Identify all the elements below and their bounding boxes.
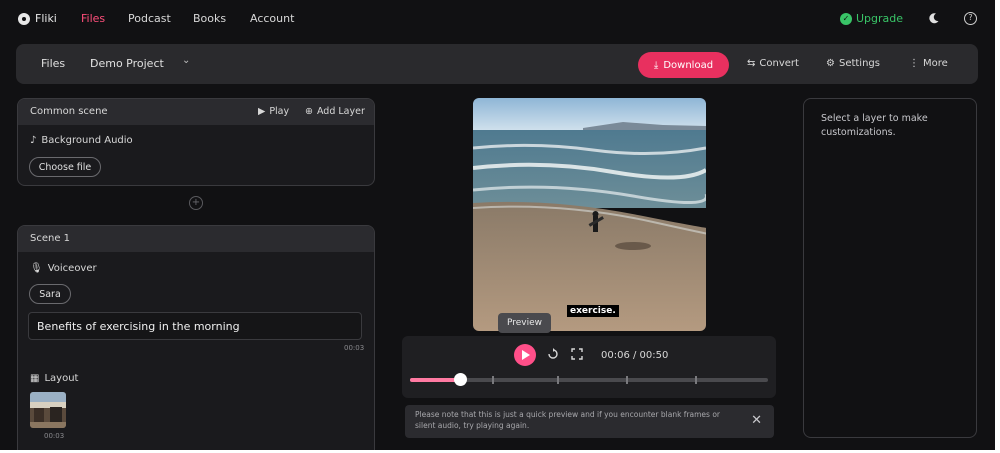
layout-label: Layout xyxy=(44,373,79,384)
layout-thumbnail-image xyxy=(30,392,66,428)
voice-select-button[interactable]: Sara xyxy=(29,284,71,304)
app-name: Fliki xyxy=(35,12,57,25)
more-vertical-icon: ⋮ xyxy=(909,58,919,69)
download-label: Download xyxy=(663,59,714,71)
common-scene-title: Common scene xyxy=(30,106,108,117)
chevron-down-icon[interactable]: ⌄ xyxy=(182,55,190,66)
play-circle-icon: ▶ xyxy=(258,106,266,117)
project-name[interactable]: Demo Project xyxy=(90,57,164,70)
more-label: More xyxy=(923,58,948,69)
video-preview[interactable] xyxy=(473,98,706,331)
project-toolbar: Files › Demo Project ⌄ ⤓ Download ⇆ Conv… xyxy=(16,44,978,84)
top-nav: Fliki Files Podcast Books Account ✓ Upgr… xyxy=(0,0,995,40)
voiceover-row: 🎙 Voiceover xyxy=(30,263,97,274)
common-scene-card: Common scene ▶ Play ⊕ Add Layer ♪ Backgr… xyxy=(17,98,375,186)
play-label: Play xyxy=(269,106,290,117)
close-icon[interactable]: ✕ xyxy=(751,413,762,428)
nav-books[interactable]: Books xyxy=(193,12,226,25)
voiceover-label: Voiceover xyxy=(47,263,97,274)
layout-thumbnail[interactable] xyxy=(30,392,66,428)
gear-icon: ⚙ xyxy=(826,58,835,69)
scene-text-input[interactable]: Benefits of exercising in the morning xyxy=(28,312,362,340)
progress-knob[interactable] xyxy=(454,373,467,386)
breadcrumb-files[interactable]: Files xyxy=(41,57,65,70)
layout-grid-icon: ▦ xyxy=(30,373,40,384)
scene-marker xyxy=(626,376,628,384)
upgrade-label: Upgrade xyxy=(856,12,904,25)
add-layer-button[interactable]: ⊕ Add Layer xyxy=(305,106,365,117)
settings-button[interactable]: ⚙ Settings xyxy=(826,58,880,69)
download-icon: ⤓ xyxy=(653,59,659,71)
customization-panel: Select a layer to make customizations. xyxy=(803,98,977,438)
preview-notice-text: Please note that this is just a quick pr… xyxy=(415,410,721,430)
download-button[interactable]: ⤓ Download xyxy=(638,52,729,78)
progress-fill xyxy=(410,378,460,382)
preview-notice: Please note that this is just a quick pr… xyxy=(405,405,774,438)
customization-hint: Select a layer to make customizations. xyxy=(821,113,928,138)
scene-marker xyxy=(492,376,494,384)
progress-track[interactable] xyxy=(410,373,768,386)
video-caption: exercise. xyxy=(567,305,619,317)
replay-icon[interactable] xyxy=(547,348,559,360)
beach-video-frame xyxy=(473,98,706,331)
scene-marker xyxy=(695,376,697,384)
convert-button[interactable]: ⇆ Convert xyxy=(747,58,799,69)
time-display: 00:06 / 00:50 xyxy=(601,350,669,361)
fullscreen-icon[interactable] xyxy=(571,348,583,360)
upgrade-button[interactable]: ✓ Upgrade xyxy=(840,12,903,25)
scene-1-title: Scene 1 xyxy=(30,233,71,244)
preview-tooltip: Preview xyxy=(498,313,551,333)
background-audio-row: ♪ Background Audio xyxy=(30,135,133,146)
microphone-icon: 🎙 xyxy=(30,263,43,274)
convert-icon: ⇆ xyxy=(747,58,756,69)
logo-icon xyxy=(18,12,30,25)
layout-duration: 00:03 xyxy=(44,432,65,440)
dark-mode-icon[interactable] xyxy=(928,12,940,24)
layout-row: ▦ Layout xyxy=(30,373,78,384)
layers-icon: ⊕ xyxy=(305,106,313,117)
scene-marker xyxy=(557,376,559,384)
scene-duration: 00:03 xyxy=(344,344,365,352)
more-button[interactable]: ⋮ More xyxy=(909,58,948,69)
nav-files[interactable]: Files xyxy=(81,12,105,25)
player-controls xyxy=(402,336,776,398)
music-note-icon: ♪ xyxy=(30,135,37,146)
add-scene-icon[interactable]: + xyxy=(189,196,203,210)
app-logo[interactable]: Fliki xyxy=(18,12,57,25)
background-audio-label: Background Audio xyxy=(41,135,133,146)
check-circle-icon: ✓ xyxy=(840,12,852,25)
help-icon[interactable]: ? xyxy=(964,12,977,25)
project-name-text: Demo Project xyxy=(90,57,164,70)
play-scene-button[interactable]: ▶ Play xyxy=(258,106,289,117)
convert-label: Convert xyxy=(759,58,799,69)
settings-label: Settings xyxy=(838,58,880,69)
nav-podcast[interactable]: Podcast xyxy=(128,12,171,25)
choose-file-button[interactable]: Choose file xyxy=(29,157,101,177)
scene-1-header: Scene 1 xyxy=(18,226,374,252)
play-icon[interactable] xyxy=(514,344,536,366)
app-window: Fliki Files Podcast Books Account ✓ Upgr… xyxy=(0,0,995,450)
add-layer-label: Add Layer xyxy=(316,106,365,117)
common-scene-header: Common scene ▶ Play ⊕ Add Layer xyxy=(18,99,374,125)
nav-account[interactable]: Account xyxy=(250,12,294,25)
